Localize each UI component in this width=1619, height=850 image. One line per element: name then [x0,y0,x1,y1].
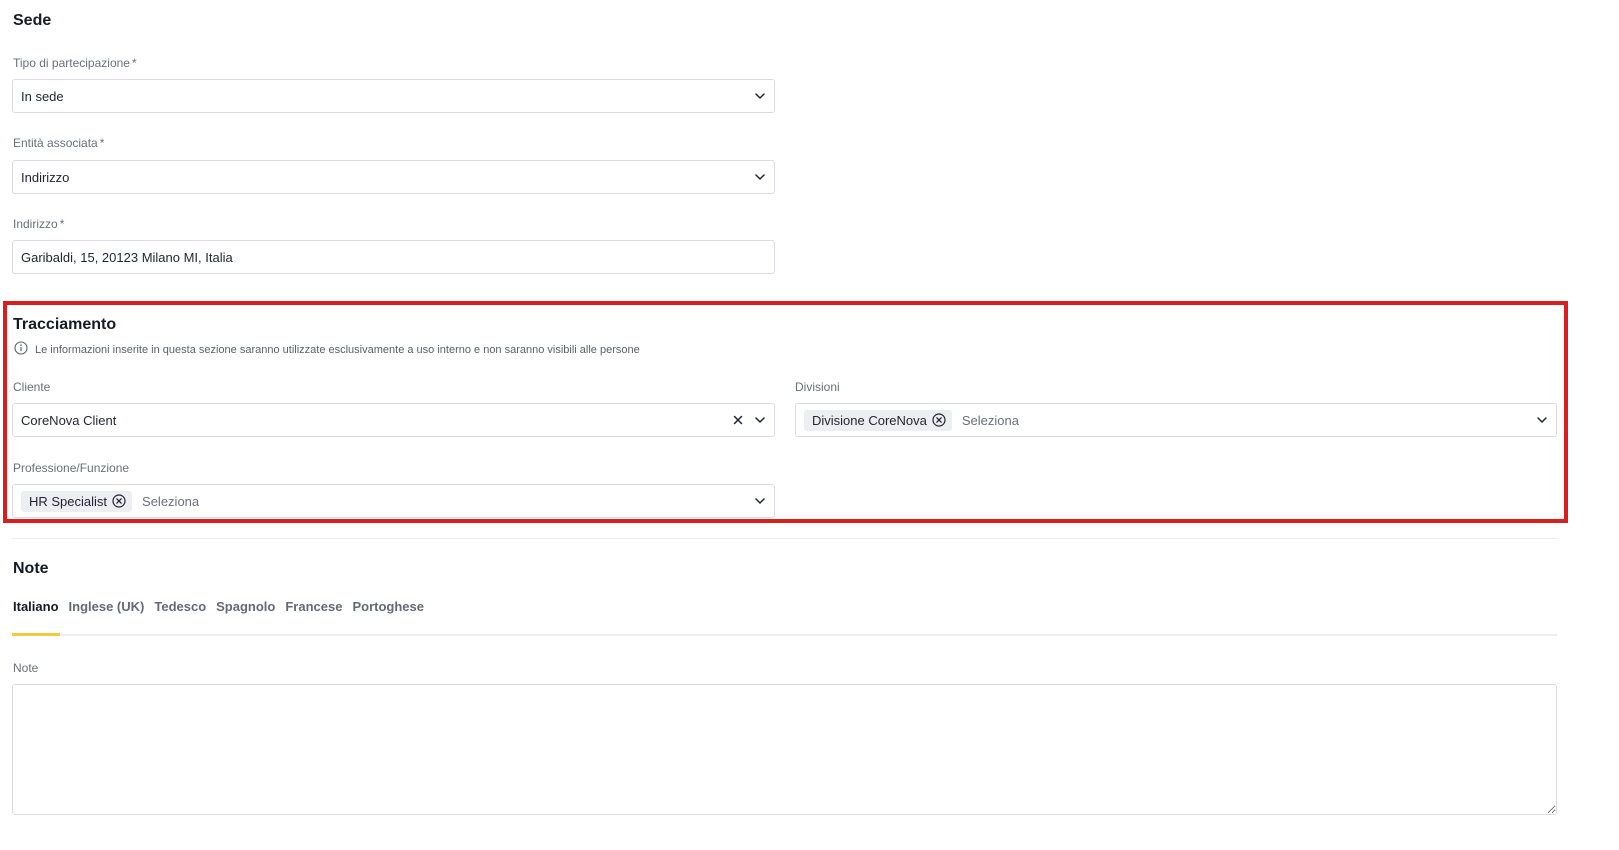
circle-x-icon[interactable] [932,413,946,427]
required-mark: * [131,56,137,70]
divisioni-placeholder[interactable]: Seleziona [962,413,1536,428]
active-tab-indicator [12,633,60,636]
chevron-down-icon[interactable] [754,495,766,507]
professione-label: Professione/Funzione [13,461,130,475]
divisioni-tag-label: Divisione CoreNova [812,412,927,428]
indirizzo-value: Garibaldi, 15, 20123 Milano MI, Italia [21,249,233,265]
close-icon[interactable] [732,414,744,426]
professione-tag: HR Specialist [21,490,133,512]
chevron-down-icon[interactable] [754,171,766,183]
info-icon [14,341,28,358]
required-mark: * [99,136,105,150]
chevron-down-icon[interactable] [1536,414,1548,426]
indirizzo-input[interactable]: Garibaldi, 15, 20123 Milano MI, Italia [12,240,775,274]
tab-portoghese[interactable]: Portoghese [352,599,424,614]
tab-spagnolo[interactable]: Spagnolo [216,599,275,614]
chevron-down-icon[interactable] [754,414,766,426]
tipo-partecipazione-label: Tipo di partecipazione * [13,56,137,70]
cliente-value: CoreNova Client [21,412,117,428]
professione-placeholder[interactable]: Seleziona [142,494,754,509]
tab-francese[interactable]: Francese [285,599,342,614]
cliente-label: Cliente [13,380,51,394]
tab-tedesco[interactable]: Tedesco [154,599,206,614]
entita-associata-select[interactable]: Indirizzo [12,160,775,194]
circle-x-icon[interactable] [112,494,126,508]
note-textarea[interactable] [12,684,1557,815]
divisioni-label: Divisioni [795,380,840,394]
indirizzo-label: Indirizzo * [13,217,64,231]
entita-associata-value: Indirizzo [21,169,70,185]
tipo-partecipazione-select[interactable]: In sede [12,79,775,113]
divisioni-multiselect[interactable]: Divisione CoreNova Seleziona [795,403,1557,437]
chevron-down-icon[interactable] [754,90,766,102]
tab-inglese-uk[interactable]: Inglese (UK) [69,599,145,614]
entita-associata-label: Entità associata * [13,136,104,150]
tracciamento-section-title: Tracciamento [13,316,117,333]
divisioni-tag: Divisione CoreNova [804,409,952,431]
tab-italiano[interactable]: Italiano [13,599,59,614]
indirizzo-label-text: Indirizzo [13,217,58,231]
entita-associata-label-text: Entità associata [13,136,98,150]
note-section-title: Note [13,560,49,577]
section-divider [12,538,1557,539]
professione-multiselect[interactable]: HR Specialist Seleziona [12,484,775,518]
cliente-select[interactable]: CoreNova Client [12,403,775,437]
tipo-partecipazione-label-text: Tipo di partecipazione [13,56,130,70]
note-field-label: Note [13,661,39,675]
language-tabs: Italiano Inglese (UK) Tedesco Spagnolo F… [13,599,434,614]
required-mark: * [59,217,65,231]
tabs-baseline [12,634,1557,636]
sede-section-title: Sede [13,12,52,29]
tracciamento-info-text: Le informazioni inserite in questa sezio… [35,343,640,356]
tracciamento-info: Le informazioni inserite in questa sezio… [14,341,640,358]
tipo-partecipazione-value: In sede [21,88,64,104]
professione-tag-label: HR Specialist [29,493,108,509]
